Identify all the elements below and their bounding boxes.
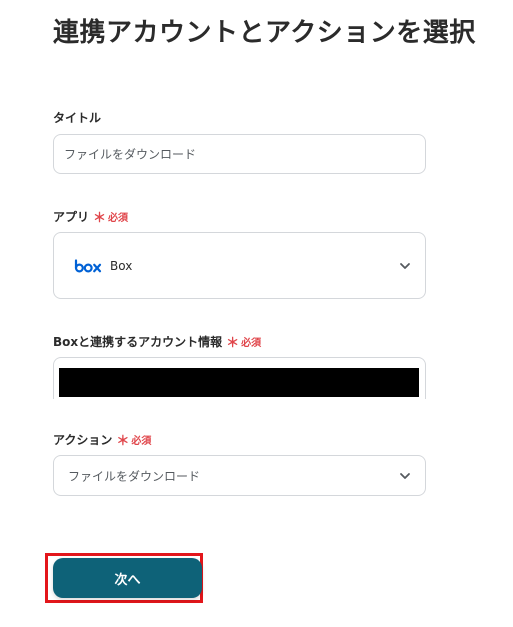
selected-app-name: Box (110, 258, 133, 273)
selected-action: ファイルをダウンロード (68, 469, 201, 483)
required-star: ＊ (116, 434, 130, 449)
required-text: 必須 (131, 436, 152, 447)
title-label-text: タイトル (53, 111, 102, 125)
account-select[interactable] (53, 357, 426, 399)
account-field-label: Boxと連携するアカウント情報 ＊ 必須 (53, 332, 261, 351)
title-input[interactable]: ファイルをダウンロード (53, 134, 426, 174)
required-text: 必須 (241, 338, 262, 349)
account-label-text: Boxと連携するアカウント情報 (53, 335, 223, 349)
page-title: 連携アカウントとアクションを選択 (53, 18, 476, 48)
page: 連携アカウントとアクションを選択 タイトル ファイルをダウンロード アプリ ＊ … (0, 0, 513, 627)
required-star: ＊ (93, 211, 107, 226)
box-logo-icon (74, 258, 102, 273)
action-select[interactable]: ファイルをダウンロード (53, 455, 426, 496)
required-badge: ＊ 必須 (93, 207, 128, 226)
action-label-text: アクション (53, 433, 113, 447)
title-field-label: タイトル (53, 109, 101, 126)
chevron-down-icon (400, 472, 410, 479)
next-button[interactable]: 次へ (53, 558, 202, 598)
action-field-label: アクション ＊ 必須 (53, 430, 151, 449)
app-select[interactable]: Box (53, 232, 426, 299)
required-star: ＊ (226, 336, 240, 351)
app-field-label: アプリ ＊ 必須 (53, 207, 128, 226)
redacted-account-info (59, 368, 419, 397)
app-label-text: アプリ (53, 210, 90, 224)
title-input-value: ファイルをダウンロード (64, 147, 197, 162)
required-badge: ＊ 必須 (226, 332, 261, 351)
required-text: 必須 (108, 213, 129, 224)
required-badge: ＊ 必須 (116, 430, 151, 449)
chevron-down-icon (400, 262, 410, 269)
